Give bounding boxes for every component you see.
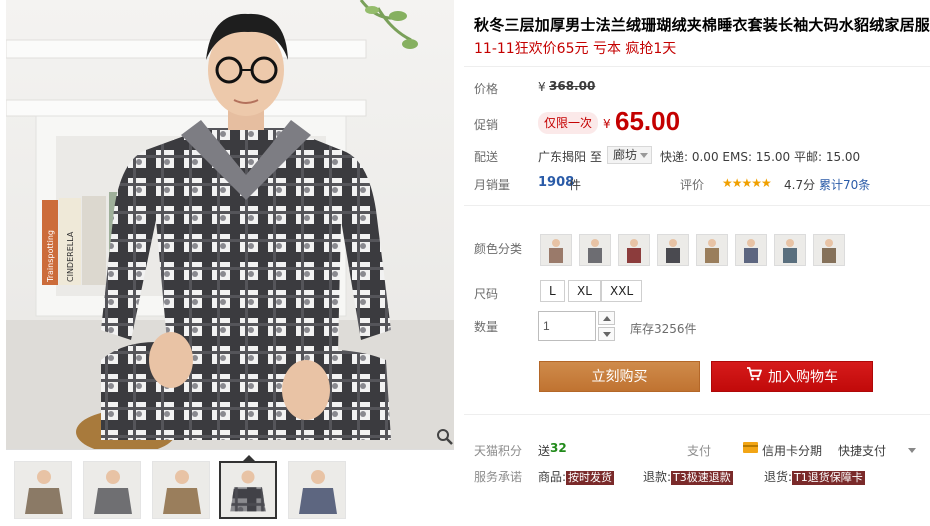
add-to-cart-button[interactable]: 加入购物车 [711,361,873,392]
divider [464,205,930,206]
color-swatch[interactable] [774,234,806,266]
original-price-currency: ¥ [538,80,546,94]
destination-city: 廊坊 [613,148,638,162]
service-goods-label: 商品: [538,470,567,484]
color-swatch[interactable] [657,234,689,266]
color-swatch[interactable] [696,234,728,266]
credit-card-icon [743,442,758,453]
divider [464,66,930,67]
svg-text:Trainspotting: Trainspotting [46,230,55,283]
shipping-label: 配送 [474,150,499,164]
color-swatch[interactable] [813,234,845,266]
quantity-input[interactable] [538,311,596,341]
promotion-badge: 仅限一次 [538,112,599,134]
buy-now-button[interactable]: 立刻购买 [539,361,700,392]
thumbnail[interactable] [14,461,72,519]
points-value: 32 [550,441,567,455]
rating-label: 评价 [680,178,705,192]
promotion-price: 65.00 [615,106,681,136]
product-subtitle: 11-11狂欢价65元 亏本 疯抢1天 [474,41,677,57]
thumbnail-active[interactable] [219,461,277,519]
service-goods-tag[interactable]: 按时发货 [566,471,615,485]
service-refund: 退款: T3极速退款 [643,468,733,485]
service-refund-tag[interactable]: T3极速退款 [671,471,733,485]
main-product-image[interactable]: Trainspotting CINDERELLA [6,0,454,450]
promotion-currency: ¥ [603,117,611,131]
rating-stars: ★★★★★ [722,176,772,190]
chevron-down-icon [603,332,611,337]
size-option-xl[interactable]: XL [568,280,601,302]
service-return: 退货: T1退货保障卡 [764,468,865,485]
size-label: 尺码 [474,287,499,301]
size-option-l[interactable]: L [540,280,565,302]
color-swatch[interactable] [618,234,650,266]
thumbnail[interactable] [152,461,210,519]
rating-score: 4.7分 [784,178,816,192]
stock-count: 库存3256件 [630,322,697,336]
shopping-cart-icon [746,362,762,393]
chevron-down-icon[interactable] [908,448,916,453]
color-label: 颜色分类 [474,242,523,256]
shipping-to-word: 至 [590,150,603,164]
total-reviews-link[interactable]: 累计70条 [819,176,870,193]
destination-city-select[interactable]: 廊坊 [607,146,653,164]
service-label: 服务承诺 [474,470,523,484]
original-price: 368.00 [549,79,596,93]
monthly-sales-label: 月销量 [474,178,511,192]
points-label: 天猫积分 [474,444,523,458]
points-prefix: 送 [538,444,551,458]
color-swatch[interactable] [735,234,767,266]
man-in-plaid-pajamas-photo: Trainspotting CINDERELLA [6,0,454,449]
divider [464,414,930,415]
chevron-up-icon [603,316,611,321]
shipping-fees: 快递: 0.00 EMS: 15.00 平邮: 15.00 [660,150,861,164]
service-refund-label: 退款: [643,470,672,484]
promotion-label: 促销 [474,118,499,132]
thumbnail[interactable] [288,461,346,519]
quantity-increase-button[interactable] [598,311,615,325]
chevron-down-icon [640,153,649,158]
magnifier-icon[interactable] [436,428,454,448]
monthly-sales-unit: 件 [569,178,582,192]
quantity-decrease-button[interactable] [598,327,615,341]
service-return-tag[interactable]: T1退货保障卡 [792,471,865,485]
shipping-origin: 广东揭阳 [538,150,587,164]
price-label: 价格 [474,82,499,96]
service-goods: 商品: 按时发货 [538,468,615,485]
color-swatch[interactable] [579,234,611,266]
payment-label: 支付 [687,444,712,458]
quick-pay: 快捷支付 [838,444,887,458]
credit-installment: 信用卡分期 [762,444,823,458]
size-option-xxl[interactable]: XXL [601,280,643,302]
svg-text:CINDERELLA: CINDERELLA [66,231,75,282]
add-to-cart-label: 加入购物车 [768,369,838,386]
thumbnail[interactable] [83,461,141,519]
color-swatch[interactable] [540,234,572,266]
product-title: 秋冬三层加厚男士法兰绒珊瑚绒夹棉睡衣套装长袖大码水貂绒家居服 [474,16,930,34]
buy-now-label: 立刻购买 [591,369,648,385]
quantity-label: 数量 [474,320,499,334]
service-return-label: 退货: [764,470,793,484]
